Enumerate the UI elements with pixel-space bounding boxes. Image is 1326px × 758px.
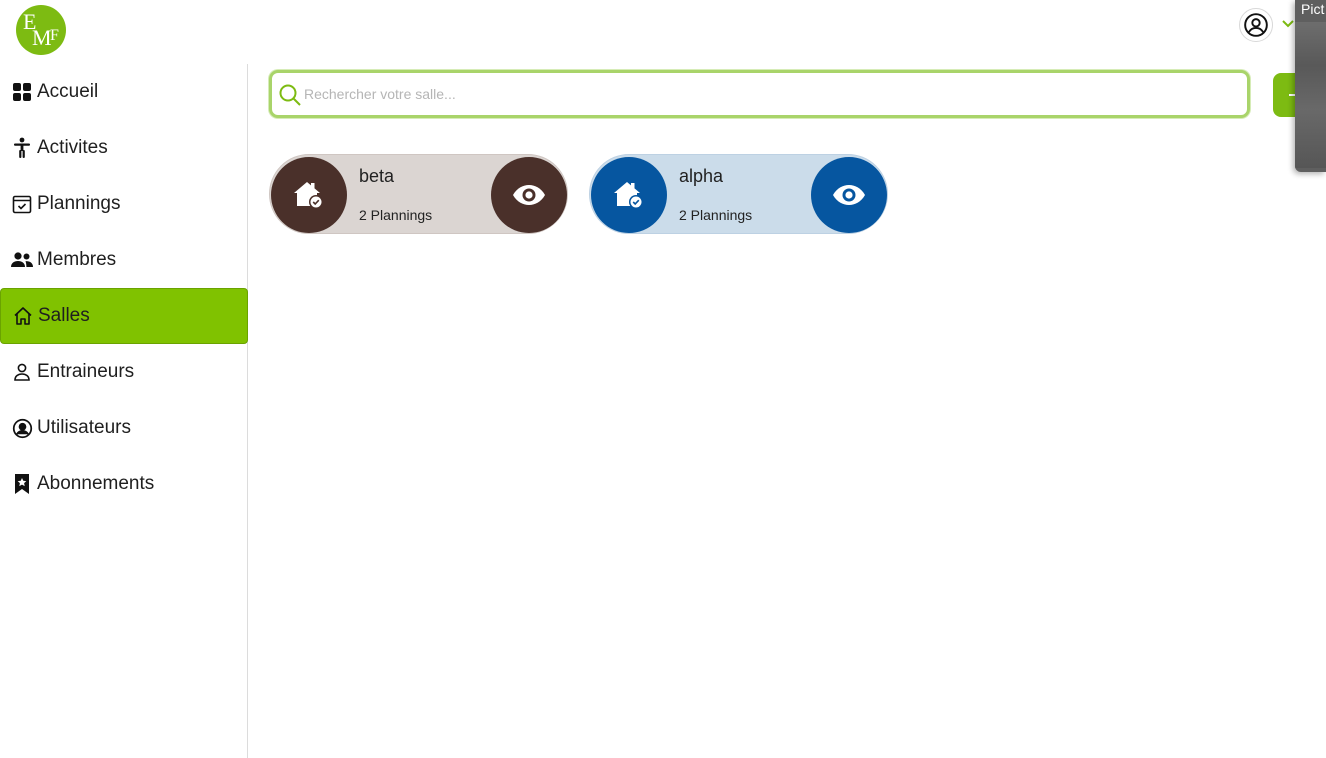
picture-popup[interactable]: Pict bbox=[1295, 0, 1326, 172]
sidebar-item-salles[interactable]: Salles bbox=[0, 288, 248, 344]
person-icon bbox=[11, 361, 33, 383]
user-circle-icon bbox=[11, 417, 33, 439]
room-card-alpha[interactable]: alpha 2 Plannings bbox=[589, 154, 888, 234]
popup-title: Pict bbox=[1301, 1, 1325, 17]
house-icon bbox=[12, 305, 34, 327]
sidebar-item-accueil[interactable]: Accueil bbox=[0, 64, 248, 120]
house-check-icon bbox=[591, 157, 667, 233]
search-icon bbox=[279, 84, 301, 106]
eye-icon bbox=[513, 185, 545, 205]
user-circle-icon bbox=[1244, 13, 1268, 37]
sidebar-item-label: Salles bbox=[38, 305, 90, 326]
room-name: alpha bbox=[679, 166, 724, 186]
sidebar-item-label: Accueil bbox=[37, 81, 99, 102]
search-bar bbox=[269, 70, 1250, 118]
logo-letter-f: F bbox=[50, 27, 59, 44]
grid-icon bbox=[11, 81, 33, 103]
bookmark-star-icon bbox=[11, 473, 33, 495]
view-room-button[interactable] bbox=[491, 157, 567, 233]
user-menu-button[interactable] bbox=[1239, 8, 1273, 42]
room-name: beta bbox=[359, 166, 395, 186]
room-card-beta[interactable]: beta 2 Plannings bbox=[269, 154, 568, 234]
calendar-check-icon bbox=[11, 193, 33, 215]
search-input[interactable] bbox=[302, 79, 1232, 109]
view-room-button[interactable] bbox=[811, 157, 887, 233]
room-plannings-count: 2 Plannings bbox=[359, 207, 433, 223]
top-bar: E M F bbox=[0, 0, 1326, 64]
eye-icon bbox=[833, 185, 865, 205]
sidebar-item-membres[interactable]: Membres bbox=[0, 232, 248, 288]
room-plannings-count: 2 Plannings bbox=[679, 207, 753, 223]
logo[interactable]: E M F bbox=[16, 5, 66, 55]
sidebar-item-label: Entraineurs bbox=[37, 361, 135, 382]
sidebar-item-utilisateurs[interactable]: Utilisateurs bbox=[0, 400, 248, 456]
sidebar-item-abonnements[interactable]: Abonnements bbox=[0, 456, 248, 512]
accessibility-icon bbox=[11, 137, 33, 159]
sidebar-item-label: Plannings bbox=[37, 193, 121, 214]
house-check-icon bbox=[271, 157, 347, 233]
sidebar-item-plannings[interactable]: Plannings bbox=[0, 176, 248, 232]
chevron-down-icon[interactable] bbox=[1281, 16, 1295, 30]
sidebar-item-label: Abonnements bbox=[37, 473, 155, 494]
people-icon bbox=[11, 249, 33, 271]
logo-letter-m: M bbox=[32, 25, 52, 50]
sidebar-item-label: Activites bbox=[37, 137, 108, 158]
sidebar-item-entraineurs[interactable]: Entraineurs bbox=[0, 344, 248, 400]
sidebar-item-label: Membres bbox=[37, 249, 117, 270]
popup-preview bbox=[1295, 22, 1326, 168]
sidebar: Accueil Activites Plannings Membres Sall… bbox=[0, 64, 248, 758]
sidebar-item-label: Utilisateurs bbox=[37, 417, 131, 438]
sidebar-item-activites[interactable]: Activites bbox=[0, 120, 248, 176]
